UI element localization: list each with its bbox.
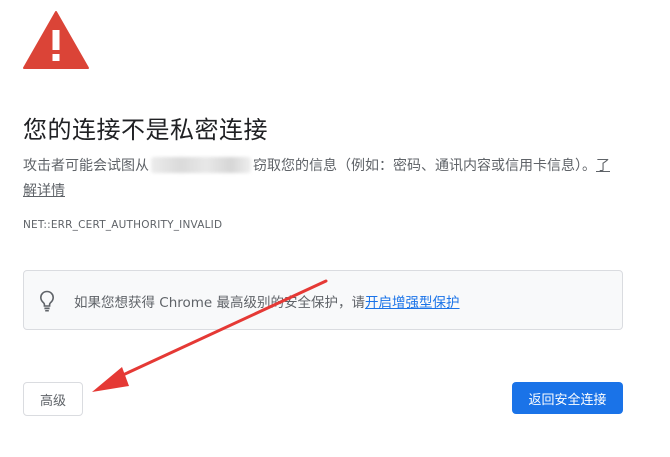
page-title: 您的连接不是私密连接	[23, 116, 268, 144]
enhanced-protection-text: 如果您想获得 Chrome 最高级别的安全保护，请开启增强型保护	[74, 291, 460, 311]
error-description: 攻击者可能会试图从 窃取您的信息（例如：密码、通讯内容或信用卡信息）。了解详情	[23, 154, 613, 204]
enable-enhanced-protection-link[interactable]: 开启增强型保护	[365, 295, 460, 311]
description-prefix: 攻击者可能会试图从	[23, 158, 149, 174]
enhanced-protection-message: 如果您想获得 Chrome 最高级别的安全保护，请	[74, 295, 366, 311]
lightbulb-icon	[39, 290, 55, 312]
advanced-button[interactable]: 高级	[23, 382, 83, 416]
back-to-safety-button[interactable]: 返回安全连接	[512, 382, 623, 414]
redacted-hostname	[151, 157, 251, 173]
description-suffix: 窃取您的信息（例如：密码、通讯内容或信用卡信息）。	[253, 158, 596, 174]
enhanced-protection-box: 如果您想获得 Chrome 最高级别的安全保护，请开启增强型保护	[23, 270, 623, 330]
warning-icon	[23, 11, 89, 69]
error-code: NET::ERR_CERT_AUTHORITY_INVALID	[23, 219, 223, 231]
